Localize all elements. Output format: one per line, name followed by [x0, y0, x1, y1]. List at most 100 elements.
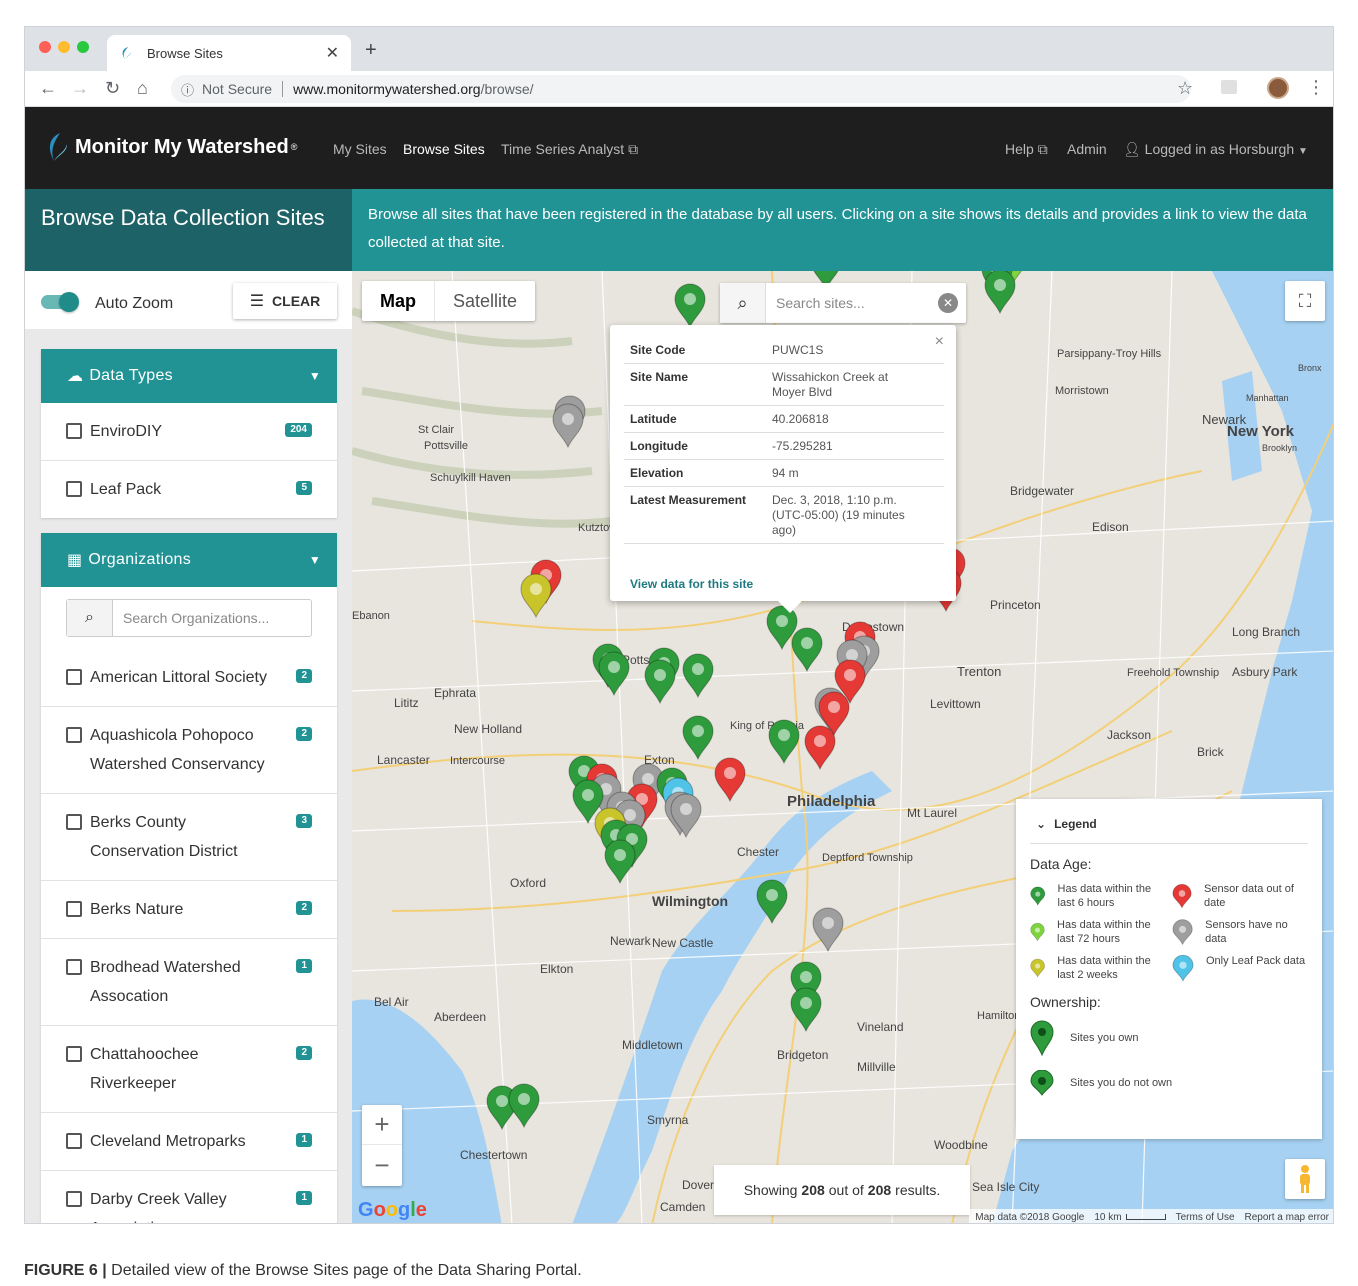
chevron-down-icon: ⌄: [1036, 817, 1047, 831]
clear-search-icon[interactable]: ✕: [938, 293, 958, 313]
map-type-map[interactable]: Map: [362, 281, 435, 321]
site-marker[interactable]: [604, 839, 636, 885]
user-menu[interactable]: 👤︎ Logged in as Horsburgh ▼: [1123, 141, 1308, 158]
place-label: Levittown: [930, 697, 981, 711]
extension-icon[interactable]: [1221, 80, 1237, 94]
site-marker[interactable]: [682, 653, 714, 699]
site-marker[interactable]: [804, 725, 836, 771]
organization-item[interactable]: Berks County Conservation District 3: [41, 793, 337, 880]
checkbox[interactable]: [66, 423, 82, 439]
auto-zoom-toggle[interactable]: [41, 292, 79, 312]
reload-icon[interactable]: ↻: [105, 78, 120, 99]
close-tab-icon[interactable]: ✕: [326, 43, 339, 63]
map-attribution: Map data ©2018 Google 10 km Terms of Use…: [969, 1209, 1333, 1223]
site-marker[interactable]: [520, 573, 552, 619]
checkbox[interactable]: [66, 1133, 82, 1149]
count-badge: 2: [296, 669, 312, 683]
nav-my-sites[interactable]: My Sites: [333, 141, 387, 157]
organizations-header[interactable]: ▦ Organizations ▼: [41, 533, 337, 587]
profile-avatar[interactable]: [1267, 77, 1289, 99]
organization-item[interactable]: Darby Creek Valley Association 1: [41, 1170, 337, 1223]
checkbox[interactable]: [66, 727, 82, 743]
site-search: ⌕ Search sites... ✕: [720, 283, 966, 323]
place-label: Parsippany-Troy Hills: [1057, 348, 1162, 360]
info-row: Site Name Wissahickon Creek at Moyer Blvd: [624, 364, 944, 406]
home-icon[interactable]: ⌂: [137, 78, 148, 99]
google-logo[interactable]: Google: [358, 1199, 427, 1222]
site-marker[interactable]: [768, 719, 800, 765]
info-row: Elevation 94 m: [624, 460, 944, 487]
checkbox[interactable]: [66, 669, 82, 685]
checkbox[interactable]: [66, 959, 82, 975]
place-label: New Castle: [652, 936, 714, 950]
info-icon[interactable]: ⓘ: [181, 80, 194, 99]
place-label: Dover: [682, 1178, 714, 1192]
site-marker[interactable]: [508, 1083, 540, 1129]
data-types-header[interactable]: ☁ Data Types ▼: [41, 349, 337, 403]
legend-header[interactable]: ⌄ Legend: [1030, 813, 1308, 844]
checkbox[interactable]: [66, 481, 82, 497]
site-marker[interactable]: [791, 627, 823, 673]
map-scale[interactable]: 10 km: [1094, 1212, 1166, 1223]
site-marker[interactable]: [670, 793, 702, 839]
site-marker[interactable]: [984, 271, 1016, 315]
place-label: Chester: [737, 845, 779, 859]
toggle-knob: [59, 292, 79, 312]
browser-menu-icon[interactable]: ⋮: [1307, 77, 1325, 98]
nav-browse-sites[interactable]: Browse Sites: [403, 141, 485, 157]
data-type-item[interactable]: Leaf Pack 5: [41, 460, 337, 518]
organization-item[interactable]: Chattahoochee Riverkeeper 2: [41, 1025, 337, 1112]
place-label: Edison: [1092, 520, 1129, 534]
back-icon[interactable]: ←: [39, 78, 57, 99]
checkbox[interactable]: [66, 1046, 82, 1062]
search-icon[interactable]: ⌕: [720, 283, 766, 323]
site-search-input[interactable]: Search sites...: [766, 295, 865, 311]
user-icon: 👤︎: [1123, 141, 1141, 157]
checkbox[interactable]: [66, 901, 82, 917]
view-site-data-link[interactable]: View data for this site: [630, 577, 753, 591]
nav-help[interactable]: Help ⧉: [1005, 141, 1048, 158]
checkbox[interactable]: [66, 1191, 82, 1207]
site-marker[interactable]: [598, 651, 630, 697]
place-label: Smyrna: [647, 1113, 689, 1127]
checkbox[interactable]: [66, 814, 82, 830]
browser-tab[interactable]: Browse Sites ✕: [107, 35, 351, 71]
organization-item[interactable]: Cleveland Metroparks 1: [41, 1112, 337, 1170]
minimize-window-button[interactable]: [58, 41, 70, 53]
street-view-pegman-icon[interactable]: [1285, 1159, 1325, 1199]
fullscreen-icon[interactable]: ⛶: [1285, 281, 1325, 321]
sites-map[interactable]: Philadelphia Wilmington Trenton Princeton Do…: [352, 271, 1333, 1223]
legend-item: Has data within the last 2 weeks: [1030, 954, 1166, 982]
nav-admin[interactable]: Admin: [1067, 141, 1107, 157]
site-marker[interactable]: [674, 283, 706, 329]
close-window-button[interactable]: [39, 41, 51, 53]
site-marker[interactable]: [812, 907, 844, 953]
org-search-input[interactable]: ⌕ Search Organizations...: [66, 599, 312, 637]
site-marker[interactable]: [714, 757, 746, 803]
nav-time-series-analyst[interactable]: Time Series Analyst ⧉: [501, 141, 638, 158]
place-label: Elkton: [540, 962, 573, 976]
zoom-out-button[interactable]: −: [362, 1145, 402, 1185]
forward-icon[interactable]: →: [71, 78, 89, 99]
map-type-satellite[interactable]: Satellite: [435, 281, 535, 321]
organization-item[interactable]: American Littoral Society 2: [41, 649, 337, 706]
maximize-window-button[interactable]: [77, 41, 89, 53]
place-label: Vineland: [857, 1020, 904, 1034]
close-info-icon[interactable]: ×: [935, 333, 944, 351]
bookmark-star-icon[interactable]: ☆: [1177, 78, 1193, 99]
site-marker[interactable]: [682, 715, 714, 761]
organization-item[interactable]: Aquashicola Pohopoco Watershed Conservan…: [41, 706, 337, 793]
legend-item: Sensor data out of date: [1172, 882, 1308, 910]
clear-filters-button[interactable]: ☰ CLEAR: [233, 283, 337, 319]
new-tab-icon[interactable]: +: [365, 39, 377, 62]
zoom-in-button[interactable]: +: [362, 1105, 402, 1145]
organization-item[interactable]: Brodhead Watershed Assocation 1: [41, 938, 337, 1025]
brand-logo[interactable]: Monitor My Watershed ®: [45, 132, 297, 162]
address-bar[interactable]: ⓘ Not Secure www.monitormywatershed.org/…: [171, 75, 1191, 103]
site-marker[interactable]: [644, 659, 676, 705]
data-type-item[interactable]: EnviroDIY 204: [41, 403, 337, 460]
site-marker[interactable]: [552, 403, 584, 449]
organization-item[interactable]: Berks Nature 2: [41, 880, 337, 938]
terms-link[interactable]: Terms of Use: [1176, 1212, 1235, 1223]
report-error-link[interactable]: Report a map error: [1245, 1212, 1329, 1223]
